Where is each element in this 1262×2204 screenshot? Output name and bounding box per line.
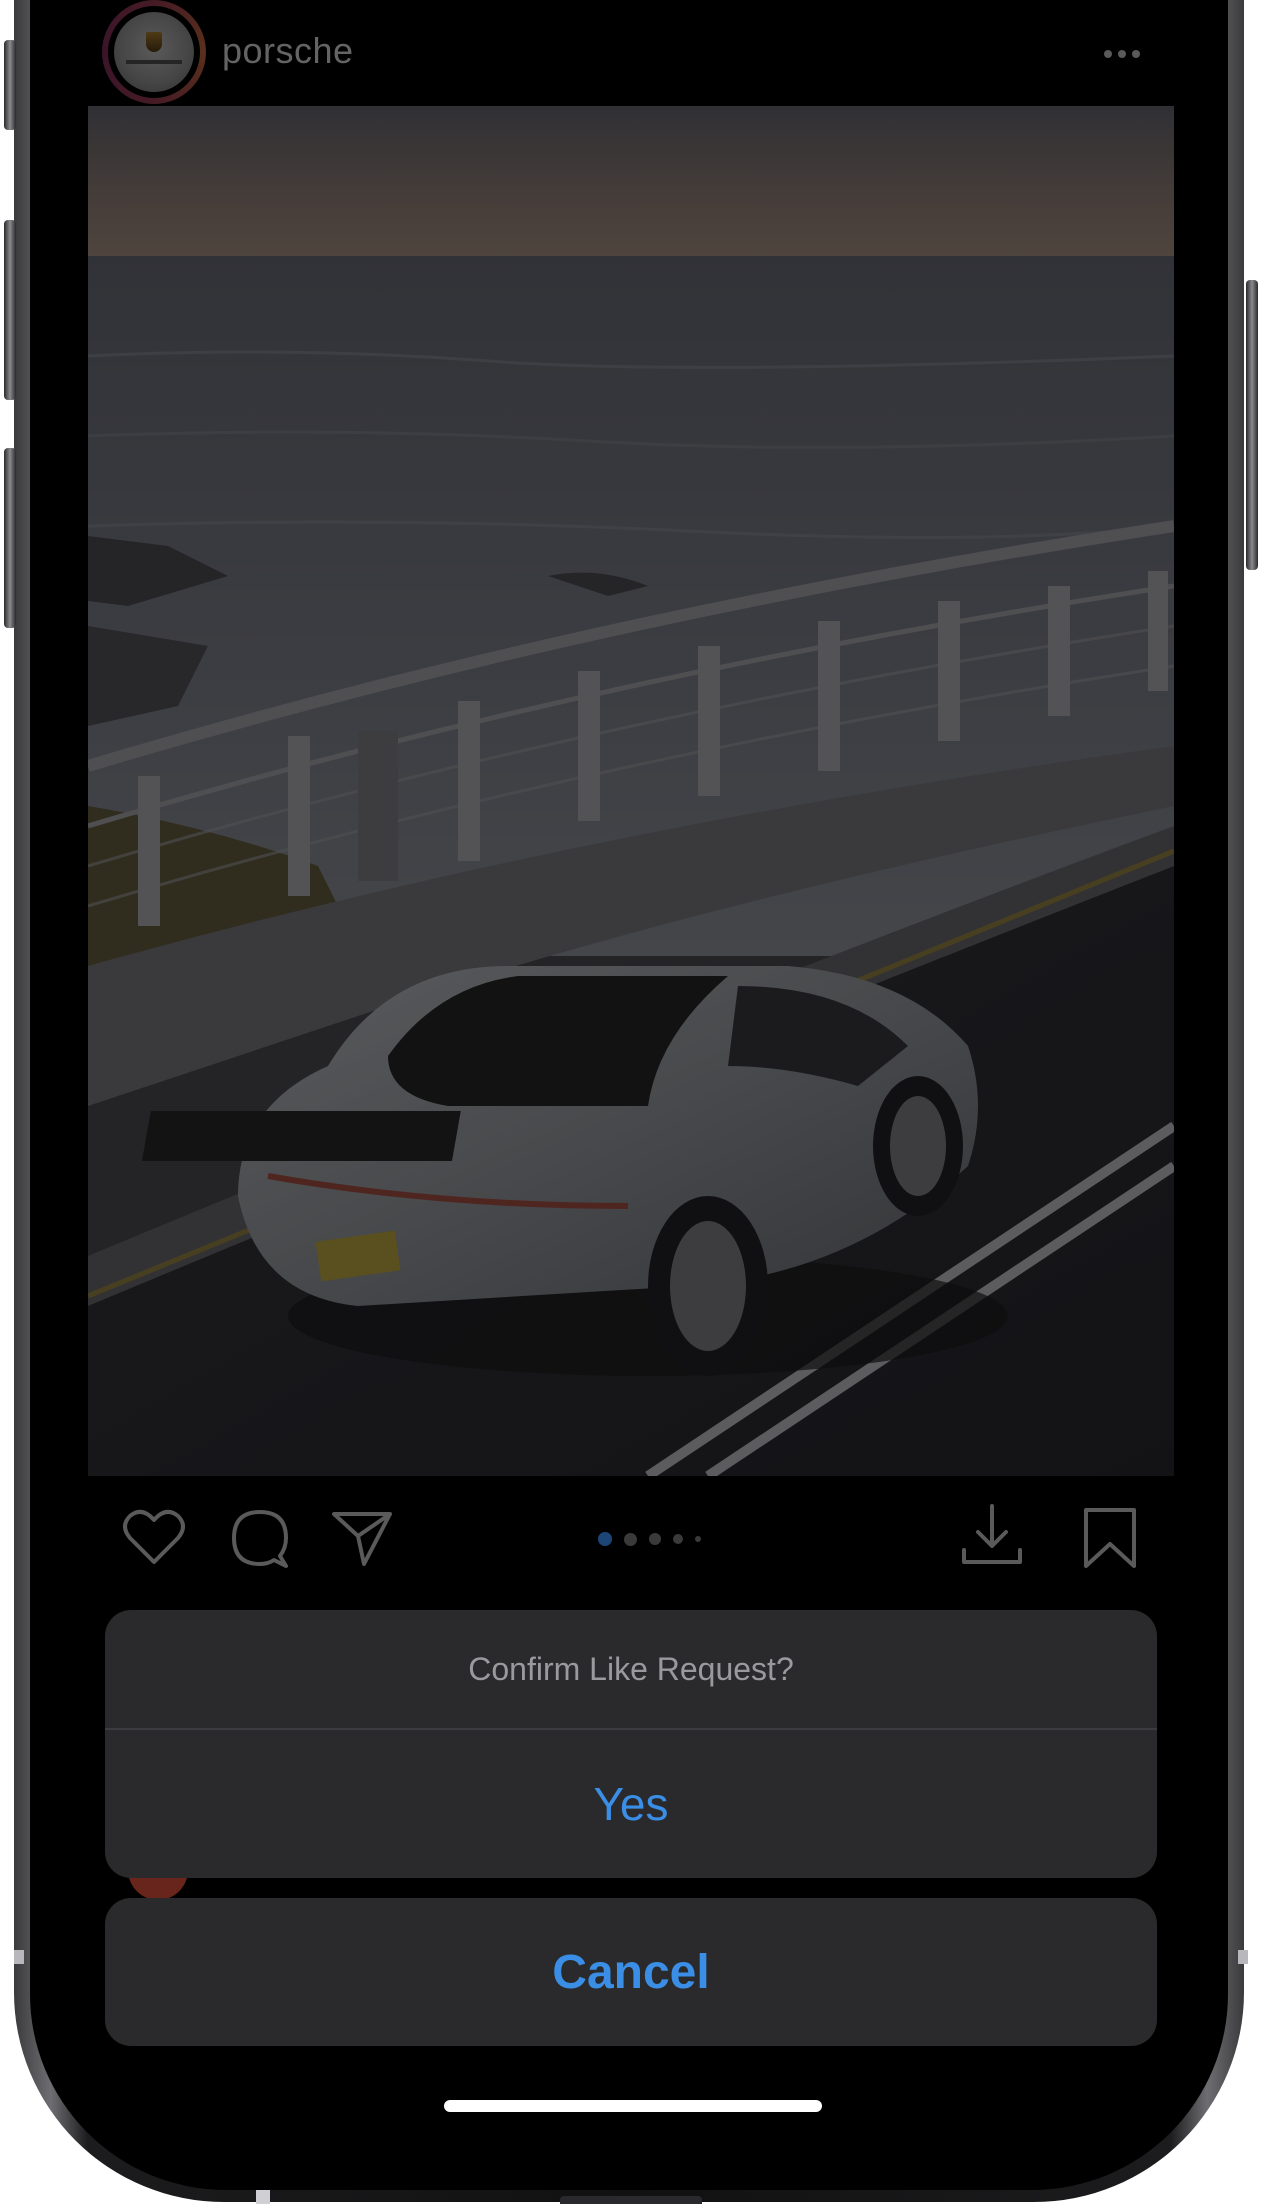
frame-notch [256,2190,270,2204]
lightning-port [560,2196,702,2204]
side-power-button [1246,280,1258,570]
yes-button[interactable]: Yes [105,1730,1157,1878]
action-sheet-title: Confirm Like Request? [468,1650,794,1687]
phone-screen: porsche Confirm Like Request? Yes Cancel [88,0,1174,2152]
cancel-button[interactable]: Cancel [105,1898,1157,2046]
mute-switch [4,40,16,130]
confirm-action-sheet: Confirm Like Request? Yes [105,1610,1157,1878]
antenna-band-left [14,1950,24,1964]
home-indicator[interactable] [444,2100,822,2112]
volume-down-button [4,448,16,628]
antenna-band-right [1238,1950,1248,1964]
volume-up-button [4,220,16,400]
screenshot-stage: porsche Confirm Like Request? Yes Cancel [0,0,1262,2204]
